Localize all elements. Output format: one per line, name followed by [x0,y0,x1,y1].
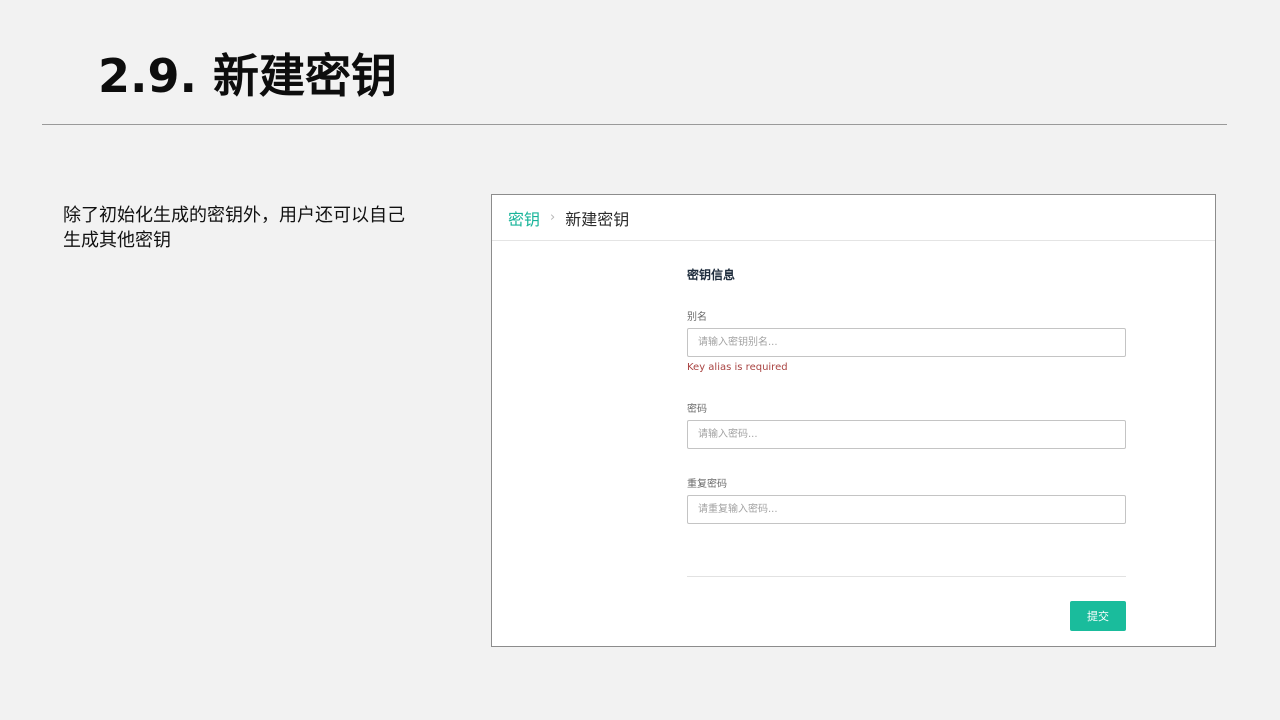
repeat-password-field-group: 重复密码 [687,478,1126,524]
alias-error-message: Key alias is required [687,362,788,373]
chevron-right-icon: › [550,210,556,225]
form-section-title: 密钥信息 [687,268,736,282]
breadcrumb: 密钥 › 新建密钥 [492,195,1215,241]
form-divider [687,576,1126,577]
title-divider [42,124,1227,125]
alias-field-group: 别名 Key alias is required [687,311,1126,375]
alias-label: 别名 [687,312,707,323]
password-label: 密码 [687,404,707,415]
breadcrumb-keys-link[interactable]: 密钥 [508,206,540,230]
submit-button[interactable]: 提交 [1070,601,1126,631]
slide-title: 2.9. 新建密钥 [98,49,397,103]
new-key-form: 密钥信息 别名 Key alias is required 密码 重复密码 提交 [687,267,1126,631]
password-field-group: 密码 [687,403,1126,449]
repeat-password-label: 重复密码 [687,479,727,490]
alias-input[interactable] [687,328,1126,357]
slide-description: 除了初始化生成的密钥外，用户还可以自己生成其他密钥 [63,205,405,251]
password-input[interactable] [687,420,1126,449]
new-key-screenshot: 密钥 › 新建密钥 密钥信息 别名 Key alias is required … [491,194,1216,647]
breadcrumb-current: 新建密钥 [565,209,630,229]
repeat-password-input[interactable] [687,495,1126,524]
